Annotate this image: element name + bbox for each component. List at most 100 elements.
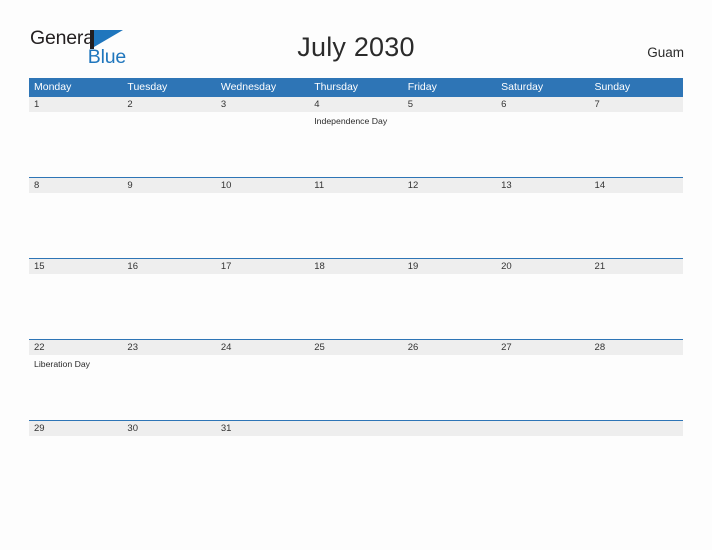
day-cell[interactable]	[496, 193, 589, 257]
week-date-band: 29 30 31	[29, 420, 683, 436]
day-number[interactable]: 10	[216, 178, 309, 193]
day-number[interactable]: 24	[216, 340, 309, 355]
calendar-week-row: 1 2 3 4 5 6 7 Independence Day	[29, 96, 683, 177]
day-number[interactable]: 17	[216, 259, 309, 274]
day-number[interactable]: 2	[122, 97, 215, 112]
calendar-page: General Blue July 2030 Guam Monday Tuesd…	[0, 0, 712, 550]
day-cell[interactable]	[309, 274, 402, 338]
day-cell	[590, 436, 683, 500]
day-cell[interactable]	[496, 112, 589, 176]
day-cell[interactable]	[590, 274, 683, 338]
weekday-header-tuesday: Tuesday	[127, 81, 168, 93]
day-cell[interactable]	[403, 193, 496, 257]
day-cell[interactable]	[496, 274, 589, 338]
weekday-header-saturday: Saturday	[501, 81, 544, 93]
day-number[interactable]: 27	[496, 340, 589, 355]
day-cell[interactable]	[216, 274, 309, 338]
day-number[interactable]: 31	[216, 421, 309, 436]
day-cell	[309, 436, 402, 500]
day-number[interactable]: 1	[29, 97, 122, 112]
day-number[interactable]: 20	[496, 259, 589, 274]
weekday-header-friday: Friday	[407, 81, 437, 93]
day-cell[interactable]	[309, 355, 402, 419]
day-number	[496, 421, 589, 436]
day-cell	[403, 436, 496, 500]
day-number[interactable]: 4	[309, 97, 402, 112]
day-number[interactable]: 5	[403, 97, 496, 112]
day-number[interactable]: 12	[403, 178, 496, 193]
week-date-band: 22 23 24 25 26 27 28	[29, 339, 683, 355]
day-number[interactable]: 25	[309, 340, 402, 355]
day-number[interactable]: 6	[496, 97, 589, 112]
day-cell[interactable]	[496, 355, 589, 419]
day-cell[interactable]	[29, 274, 122, 338]
day-cell[interactable]	[122, 436, 215, 500]
event-label: Liberation Day	[34, 359, 91, 369]
day-number[interactable]: 16	[122, 259, 215, 274]
day-cell[interactable]	[590, 355, 683, 419]
calendar-grid: Monday Tuesday Wednesday Thursday Friday…	[29, 78, 683, 501]
day-number[interactable]: 22	[29, 340, 122, 355]
week-date-band: 8 9 10 11 12 13 14	[29, 177, 683, 193]
day-cell	[496, 436, 589, 500]
day-number[interactable]: 9	[122, 178, 215, 193]
week-event-band	[29, 193, 683, 257]
day-number[interactable]: 23	[122, 340, 215, 355]
weekday-header-thursday: Thursday	[314, 81, 359, 93]
day-number[interactable]: 18	[309, 259, 402, 274]
day-number[interactable]: 3	[216, 97, 309, 112]
locale-label: Guam	[647, 45, 684, 60]
event-label: Independence Day	[314, 116, 388, 126]
day-number	[403, 421, 496, 436]
day-cell[interactable]	[216, 355, 309, 419]
day-number	[590, 421, 683, 436]
week-date-band: 15 16 17 18 19 20 21	[29, 258, 683, 274]
day-number[interactable]: 30	[122, 421, 215, 436]
week-event-band: Independence Day	[29, 112, 683, 176]
calendar-week-row: 29 30 31	[29, 420, 683, 501]
weekday-header-row: Monday Tuesday Wednesday Thursday Friday…	[29, 78, 683, 96]
day-cell[interactable]	[29, 436, 122, 500]
day-number[interactable]: 29	[29, 421, 122, 436]
calendar-week-row: 8 9 10 11 12 13 14	[29, 177, 683, 258]
day-number[interactable]: 19	[403, 259, 496, 274]
day-number	[309, 421, 402, 436]
calendar-week-row: 22 23 24 25 26 27 28 Liberation Day	[29, 339, 683, 420]
day-cell[interactable]	[29, 112, 122, 176]
day-cell[interactable]: Independence Day	[309, 112, 402, 176]
day-cell[interactable]	[122, 112, 215, 176]
day-cell[interactable]	[403, 274, 496, 338]
day-number[interactable]: 11	[309, 178, 402, 193]
weekday-header-wednesday: Wednesday	[220, 81, 277, 93]
weekday-header-monday: Monday	[34, 81, 72, 93]
day-number[interactable]: 13	[496, 178, 589, 193]
day-cell[interactable]	[590, 112, 683, 176]
calendar-week-row: 15 16 17 18 19 20 21	[29, 258, 683, 339]
day-cell[interactable]	[122, 193, 215, 257]
day-number[interactable]: 26	[403, 340, 496, 355]
day-cell[interactable]	[216, 193, 309, 257]
week-event-band	[29, 274, 683, 338]
day-number[interactable]: 8	[29, 178, 122, 193]
day-number[interactable]: 21	[590, 259, 683, 274]
day-cell[interactable]	[309, 193, 402, 257]
day-number[interactable]: 14	[590, 178, 683, 193]
day-cell[interactable]	[122, 355, 215, 419]
day-number[interactable]: 7	[590, 97, 683, 112]
weekday-header-sunday: Sunday	[594, 81, 631, 93]
day-cell[interactable]	[29, 193, 122, 257]
day-cell[interactable]	[403, 355, 496, 419]
day-cell[interactable]	[590, 193, 683, 257]
day-cell[interactable]	[403, 112, 496, 176]
week-date-band: 1 2 3 4 5 6 7	[29, 96, 683, 112]
day-number[interactable]: 28	[590, 340, 683, 355]
day-cell[interactable]	[122, 274, 215, 338]
week-event-band: Liberation Day	[29, 355, 683, 419]
week-event-band	[29, 436, 683, 500]
day-cell[interactable]	[216, 112, 309, 176]
page-header: General Blue July 2030 Guam	[0, 0, 712, 78]
page-title: July 2030	[297, 32, 415, 62]
day-number[interactable]: 15	[29, 259, 122, 274]
day-cell[interactable]	[216, 436, 309, 500]
day-cell[interactable]: Liberation Day	[29, 355, 122, 419]
